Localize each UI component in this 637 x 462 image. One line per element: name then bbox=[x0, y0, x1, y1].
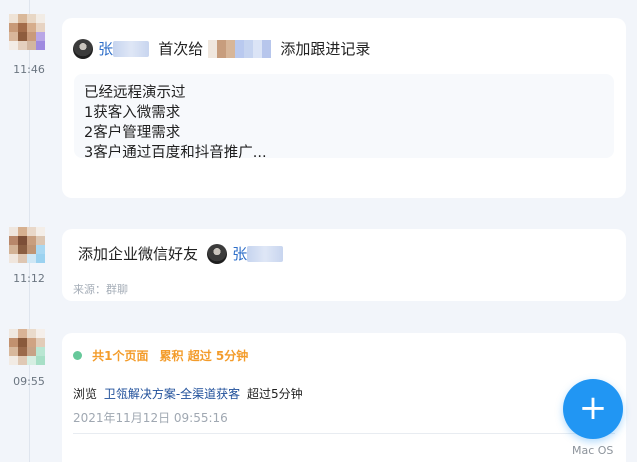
duration-summary: 累积 超过 5分钟 bbox=[159, 349, 249, 363]
header-text: 首次给 bbox=[158, 40, 204, 58]
redacted-name bbox=[247, 245, 284, 262]
browse-record: 浏览 卫瓴解决方案-全渠道获客 超过5分钟 bbox=[73, 385, 303, 402]
entry-time: 09:55 bbox=[13, 375, 45, 388]
plus-icon: + bbox=[578, 388, 608, 428]
header-action-text: 添加跟进记录 bbox=[280, 40, 371, 58]
entry-time: 11:46 bbox=[13, 63, 45, 76]
os-label: Mac OS bbox=[572, 444, 614, 457]
divider bbox=[73, 433, 615, 434]
browse-duration: 超过5分钟 bbox=[247, 387, 303, 401]
user-avatar bbox=[9, 14, 45, 50]
friend-added-card: 添加企业微信好友 张 来源：群聊 bbox=[62, 229, 626, 301]
follow-up-card: 张 首次给 添加跟进记录 已经远程演示过 1获客入微需求 2客户管理需求 3客户… bbox=[62, 18, 626, 198]
visit-summary: 共1个页面 累积 超过 5分钟 bbox=[73, 345, 248, 364]
user-avatar-icon bbox=[207, 243, 228, 264]
page-count: 共1个页面 bbox=[92, 349, 149, 363]
add-button[interactable]: + bbox=[563, 379, 623, 439]
status-dot-icon bbox=[73, 351, 82, 360]
user-avatar bbox=[9, 227, 45, 263]
note-line: 2客户管理需求 bbox=[84, 125, 181, 141]
action-text: 添加企业微信好友 bbox=[78, 245, 199, 263]
visited-page-link[interactable]: 卫瓴解决方案-全渠道获客 bbox=[104, 387, 240, 401]
user-name-link[interactable]: 张 bbox=[232, 245, 247, 263]
card-header: 张 首次给 添加跟进记录 bbox=[73, 38, 370, 59]
note-line: 1获客入微需求 bbox=[84, 105, 181, 121]
user-name-link[interactable]: 张 bbox=[98, 40, 113, 58]
browse-prefix: 浏览 bbox=[73, 387, 98, 401]
redacted-user bbox=[208, 39, 272, 58]
note-line: 3客户通过百度和抖音推广... bbox=[84, 145, 267, 161]
note-line: 已经远程演示过 bbox=[84, 85, 186, 101]
follow-up-note: 已经远程演示过 1获客入微需求 2客户管理需求 3客户通过百度和抖音推广... bbox=[74, 74, 614, 161]
user-avatar-icon bbox=[73, 38, 93, 59]
card-header: 添加企业微信好友 张 bbox=[78, 243, 284, 264]
entry-time: 11:12 bbox=[13, 272, 45, 285]
page-visit-card: 共1个页面 累积 超过 5分钟 浏览 卫瓴解决方案-全渠道获客 超过5分钟 20… bbox=[62, 333, 626, 462]
redacted-name bbox=[113, 40, 150, 57]
visit-timestamp: 2021年11月12日 09:55:16 bbox=[73, 411, 228, 425]
source-text: 来源：群聊 bbox=[73, 283, 128, 296]
user-avatar bbox=[9, 329, 45, 365]
